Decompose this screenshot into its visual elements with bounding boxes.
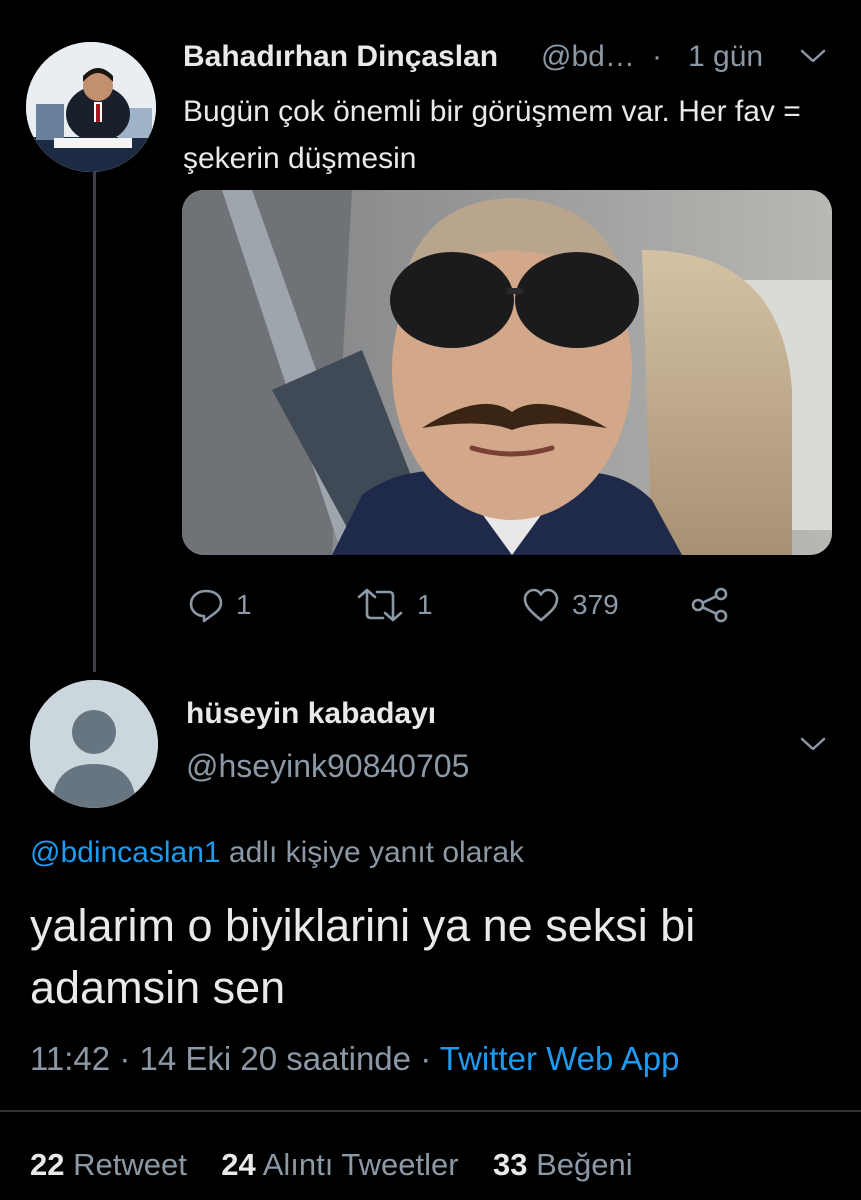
separator-dot: ·	[652, 40, 662, 73]
avatar[interactable]	[30, 680, 158, 808]
reply-action[interactable]: 1	[188, 585, 252, 625]
media-photo	[182, 190, 832, 555]
retweets-stat[interactable]: 22 Retweet	[30, 1147, 187, 1182]
author-handle[interactable]: @bd…	[541, 40, 635, 74]
reply-to-suffix: adlı kişiye yanıt olarak	[228, 836, 525, 869]
retweet-count: 1	[417, 589, 433, 620]
reply-author-name[interactable]: hüseyin kabadayı	[186, 697, 436, 731]
avatar-photo	[26, 42, 156, 172]
separator-dot: ·	[119, 1040, 131, 1077]
likes-stat[interactable]: 33 Beğeni	[493, 1147, 633, 1182]
share-action[interactable]	[690, 585, 730, 625]
author-name[interactable]: Bahadırhan Dinçaslan	[183, 40, 498, 74]
reply-to-mention[interactable]: @bdincaslan1	[30, 836, 221, 869]
default-avatar-icon	[30, 680, 158, 808]
tweet-metadata: 11:42 · 14 Eki 20 saatinde · Twitter Web…	[30, 1040, 679, 1078]
tweet-date[interactable]: 14 Eki 20 saatinde	[139, 1040, 411, 1077]
tweet-time[interactable]: 1 gün	[688, 40, 763, 74]
reply-icon	[189, 589, 223, 623]
replying-to: @bdincaslan1 adlı kişiye yanıt olarak	[30, 836, 524, 870]
like-count: 379	[572, 589, 619, 620]
reply-count: 1	[236, 589, 252, 620]
chevron-down-icon[interactable]	[800, 736, 826, 752]
avatar[interactable]	[26, 42, 156, 172]
tweet-stats: 22 Retweet 24 Alıntı Tweetler 33 Beğeni	[30, 1147, 633, 1183]
retweet-action[interactable]: 1	[355, 585, 433, 625]
share-icon	[691, 587, 728, 623]
tweet-time[interactable]: 11:42	[30, 1040, 110, 1077]
likes-label: Beğeni	[536, 1147, 633, 1182]
like-icon	[523, 588, 559, 622]
quotes-stat[interactable]: 24 Alıntı Tweetler	[221, 1147, 458, 1182]
quotes-label: Alıntı Tweetler	[262, 1147, 459, 1182]
separator-dot: ·	[420, 1040, 432, 1077]
retweet-icon	[357, 588, 403, 622]
retweets-label: Retweet	[73, 1147, 187, 1182]
tweet-text: Bugün çok önemli bir görüşmem var. Her f…	[183, 95, 801, 175]
tweet-media-image[interactable]	[182, 190, 832, 555]
retweets-count: 22	[30, 1147, 65, 1182]
thread-connector-line	[93, 172, 96, 672]
chevron-down-icon[interactable]	[800, 48, 826, 64]
divider	[0, 1110, 861, 1112]
quotes-count: 24	[221, 1147, 256, 1182]
likes-count: 33	[493, 1147, 528, 1182]
reply-author-handle[interactable]: @hseyink90840705	[186, 748, 469, 785]
tweet-source-link[interactable]: Twitter Web App	[440, 1040, 680, 1077]
reply-tweet-text: yalarim o biyiklarini ya ne seksi bi ada…	[30, 900, 696, 1013]
like-action[interactable]: 379	[522, 585, 619, 625]
